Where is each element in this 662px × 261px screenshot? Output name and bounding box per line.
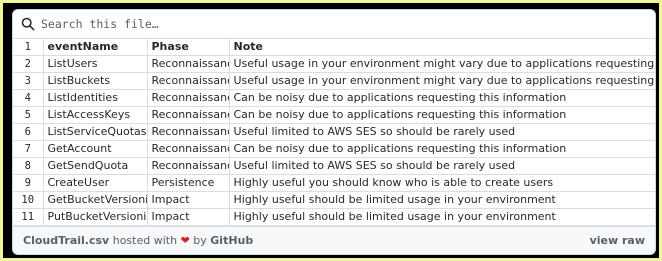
- cell-eventname: PutBucketVersioning: [43, 208, 148, 226]
- cell-note: Useful usage in your environment might v…: [229, 72, 655, 90]
- table-row: 3ListBucketsReconnaissanceUseful usage i…: [13, 72, 655, 90]
- line-number[interactable]: 8: [13, 157, 44, 175]
- cell-note: Useful limited to AWS SES so should be r…: [229, 123, 655, 141]
- line-number[interactable]: 10: [13, 191, 44, 209]
- cell-eventname: GetBucketVersioning: [43, 191, 148, 209]
- line-number[interactable]: 3: [13, 72, 44, 90]
- search-input[interactable]: [41, 17, 601, 31]
- cell-eventname: ListServiceQuotas: [43, 123, 148, 141]
- cell-phase: Reconnaissance: [147, 55, 230, 73]
- cell-phase: Reconnaissance: [147, 89, 230, 107]
- line-number[interactable]: 11: [13, 208, 44, 226]
- line-number[interactable]: 6: [13, 123, 44, 141]
- by-text: by: [193, 234, 207, 247]
- line-number[interactable]: 2: [13, 55, 44, 73]
- cell-note: Can be noisy due to applications request…: [229, 106, 655, 124]
- cell-eventname: ListIdentities: [43, 89, 148, 107]
- csv-table: 1 eventName Phase Note 2 ListUsers Reconna…: [13, 39, 655, 226]
- cell-phase: Impact: [147, 191, 230, 209]
- table-row: 2ListUsersReconnaissanceUseful usage in …: [13, 55, 655, 73]
- table-row: 6ListServiceQuotasReconnaissanceUseful l…: [13, 123, 655, 141]
- table-row: 9 CreateUser Persistence Highly useful you …: [13, 174, 655, 192]
- cell-note: Can be noisy due to applications request…: [229, 89, 655, 107]
- footer-meta: CloudTrail.csv hosted with ❤ by GitHub: [23, 234, 253, 247]
- hosted-text: hosted with: [112, 234, 178, 247]
- gist-footer: CloudTrail.csv hosted with ❤ by GitHub v…: [13, 226, 655, 254]
- cell-note: Highly useful should be limited usage in…: [229, 208, 655, 226]
- cell-note: Can be noisy due to applications request…: [229, 140, 655, 158]
- line-number[interactable]: 4: [13, 89, 44, 107]
- view-raw-link[interactable]: view raw: [590, 234, 645, 247]
- cell-note: Useful limited to AWS SES so should be r…: [229, 157, 655, 175]
- csv-table-container[interactable]: 1 eventName Phase Note 2 ListUsers Reconna…: [13, 39, 655, 226]
- cell-eventname: CreateUser: [43, 174, 148, 192]
- column-header-note: Note: [229, 39, 655, 56]
- cell-eventname: ListAccessKeys: [43, 106, 148, 124]
- search-bar: [13, 10, 655, 39]
- heart-icon: ❤: [180, 234, 190, 247]
- line-number[interactable]: 1: [13, 39, 44, 56]
- cell-phase: Reconnaissance: [147, 140, 230, 158]
- cell-phase: Persistence: [147, 174, 230, 192]
- cell-phase: Reconnaissance: [147, 157, 230, 175]
- cell-eventname: GetAccount: [43, 140, 148, 158]
- table-row: 11PutBucketVersioningImpactHighly useful…: [13, 208, 655, 226]
- cell-note: Useful usage in your environment might v…: [229, 55, 655, 73]
- line-number[interactable]: 7: [13, 140, 44, 158]
- cell-note: Highly useful you should know who is abl…: [229, 174, 655, 192]
- line-number[interactable]: 5: [13, 106, 44, 124]
- column-header-phase: Phase: [147, 39, 230, 56]
- table-row: 8GetSendQuotaReconnaissanceUseful limite…: [13, 157, 655, 175]
- cell-eventname: ListUsers: [43, 55, 148, 73]
- cell-note: Highly useful should be limited usage in…: [229, 191, 655, 209]
- cell-phase: Reconnaissance: [147, 123, 230, 141]
- cell-eventname: GetSendQuota: [43, 157, 148, 175]
- cell-eventname: ListBuckets: [43, 72, 148, 90]
- table-row: 7GetAccountReconnaissanceCan be noisy du…: [13, 140, 655, 158]
- cell-phase: Reconnaissance: [147, 106, 230, 124]
- table-row: 5ListAccessKeysReconnaissanceCan be nois…: [13, 106, 655, 124]
- line-number[interactable]: 9: [13, 174, 44, 192]
- table-row: 4ListIdentitiesReconnaissanceCan be nois…: [13, 89, 655, 107]
- cell-phase: Reconnaissance: [147, 72, 230, 90]
- column-header-eventname: eventName: [43, 39, 148, 56]
- file-link[interactable]: CloudTrail.csv: [23, 234, 109, 247]
- gist-embed: 1 eventName Phase Note 2ListUsersReconna…: [12, 9, 656, 255]
- github-link[interactable]: GitHub: [210, 234, 253, 247]
- cell-phase: Impact: [147, 208, 230, 226]
- search-icon: [21, 17, 35, 31]
- screenshot-frame: 1 eventName Phase Note 2ListUsersReconna…: [0, 0, 662, 261]
- table-row: 10GetBucketVersioningImpactHighly useful…: [13, 191, 655, 209]
- table-header-row: 1 eventName Phase Note: [13, 39, 655, 56]
